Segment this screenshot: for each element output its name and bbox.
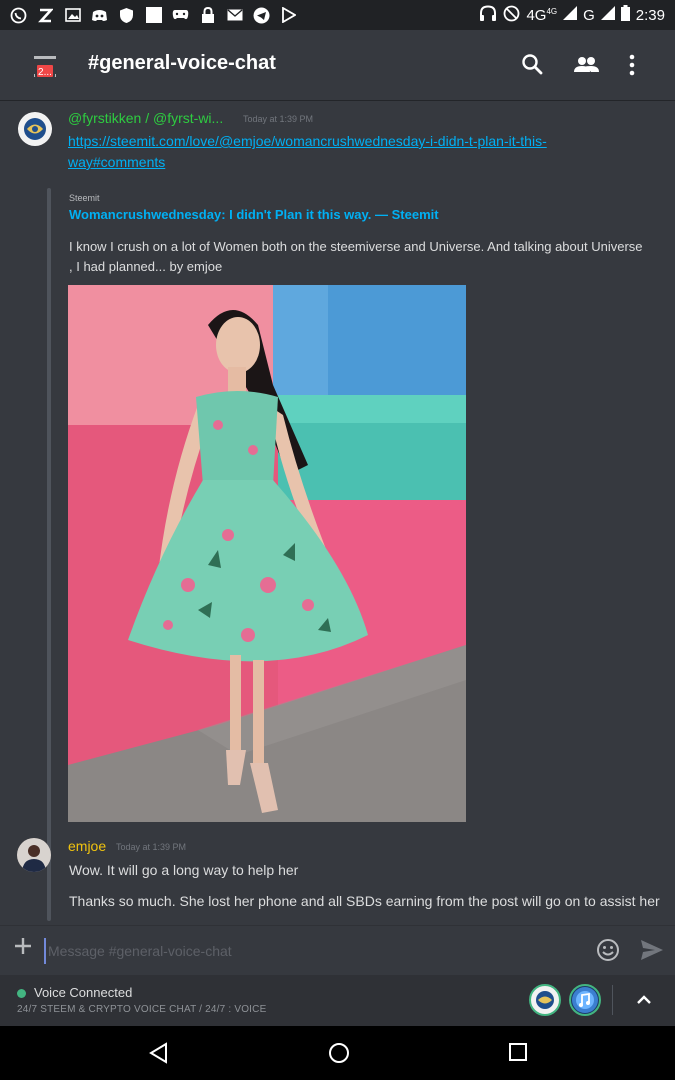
do-not-disturb-icon (503, 5, 520, 26)
avatar[interactable] (17, 838, 51, 872)
voice-status-text: Voice Connected (34, 985, 133, 1000)
system-nav-bar (0, 1026, 675, 1080)
embed-accent-bar (47, 188, 51, 921)
emoji-icon[interactable] (596, 938, 620, 962)
network-small-label: 4G (546, 6, 558, 16)
voice-connected-indicator (17, 989, 26, 998)
signal-icon-2 (600, 6, 615, 24)
voice-divider (612, 985, 613, 1015)
message-line: Wow. It will go a long way to help her (69, 862, 299, 878)
g-network-label: G (583, 6, 595, 24)
channel-header: 2... #general-voice-chat (0, 30, 675, 100)
message-input[interactable] (44, 938, 584, 964)
home-icon[interactable] (327, 1041, 351, 1065)
voice-channel-name: 24/7 STEEM & CRYPTO VOICE CHAT / 24/7 : … (17, 1004, 267, 1015)
message-link[interactable]: https://steemit.com/love/@emjoe/womancru… (68, 133, 547, 170)
embed-image[interactable] (68, 285, 466, 822)
whatsapp-icon (10, 7, 27, 24)
clock-time: 2:39 (635, 6, 665, 24)
image-icon (64, 7, 81, 24)
recents-icon[interactable] (507, 1041, 531, 1065)
message-content: https://steemit.com/love/@emjoe/womancru… (68, 131, 648, 173)
shield-icon (118, 7, 135, 24)
embed-description: I know I crush on a lot of Women both on… (69, 239, 643, 274)
message-list[interactable]: @fyrstikken / @fyrst-wi... Today at 1:39… (0, 100, 675, 925)
members-icon[interactable] (572, 52, 600, 78)
voice-user-avatar[interactable] (529, 984, 561, 1016)
z-icon (37, 7, 54, 24)
back-icon[interactable] (147, 1041, 171, 1065)
menu-bar-icon (34, 56, 56, 59)
send-icon[interactable] (640, 939, 664, 961)
message-author[interactable]: emjoe (68, 838, 106, 854)
message-line: Thanks so much. She lost her phone and a… (69, 893, 660, 909)
lock-icon (199, 6, 216, 24)
message-timestamp: Today at 1:39 PM (116, 842, 187, 852)
embed-provider: Steemit (69, 193, 100, 203)
status-bar: 4G 4G G 2:39 (0, 0, 675, 30)
overflow-menu-icon[interactable] (620, 52, 644, 78)
network-label: 4G (526, 6, 547, 24)
signal-icon (563, 6, 578, 24)
chevron-up-icon[interactable] (632, 988, 656, 1012)
channel-title: #general-voice-chat (88, 52, 276, 74)
message-timestamp: Today at 1:39 PM (243, 114, 314, 124)
voice-user-avatar[interactable] (569, 984, 601, 1016)
telegram-icon (253, 7, 270, 24)
message-author[interactable]: @fyrstikken / @fyrst-wi... (68, 110, 223, 126)
mail-icon (226, 7, 243, 24)
battery-icon (620, 5, 630, 25)
message-composer (0, 925, 675, 975)
play-store-icon (280, 7, 297, 24)
discord-icon (91, 7, 108, 24)
square-icon (145, 7, 162, 24)
add-attachment-icon[interactable] (13, 936, 33, 956)
search-icon[interactable] (520, 52, 546, 78)
avatar[interactable] (18, 112, 52, 146)
voice-status-bar[interactable]: Voice Connected 24/7 STEEM & CRYPTO VOIC… (0, 975, 675, 1026)
menu-button[interactable]: 2... (34, 54, 56, 80)
game-controller-icon (172, 7, 189, 24)
notification-badge: 2... (35, 63, 55, 79)
embed-title-link[interactable]: Womancrushwednesday: I didn't Plan it th… (69, 207, 439, 222)
headset-icon (479, 4, 497, 26)
